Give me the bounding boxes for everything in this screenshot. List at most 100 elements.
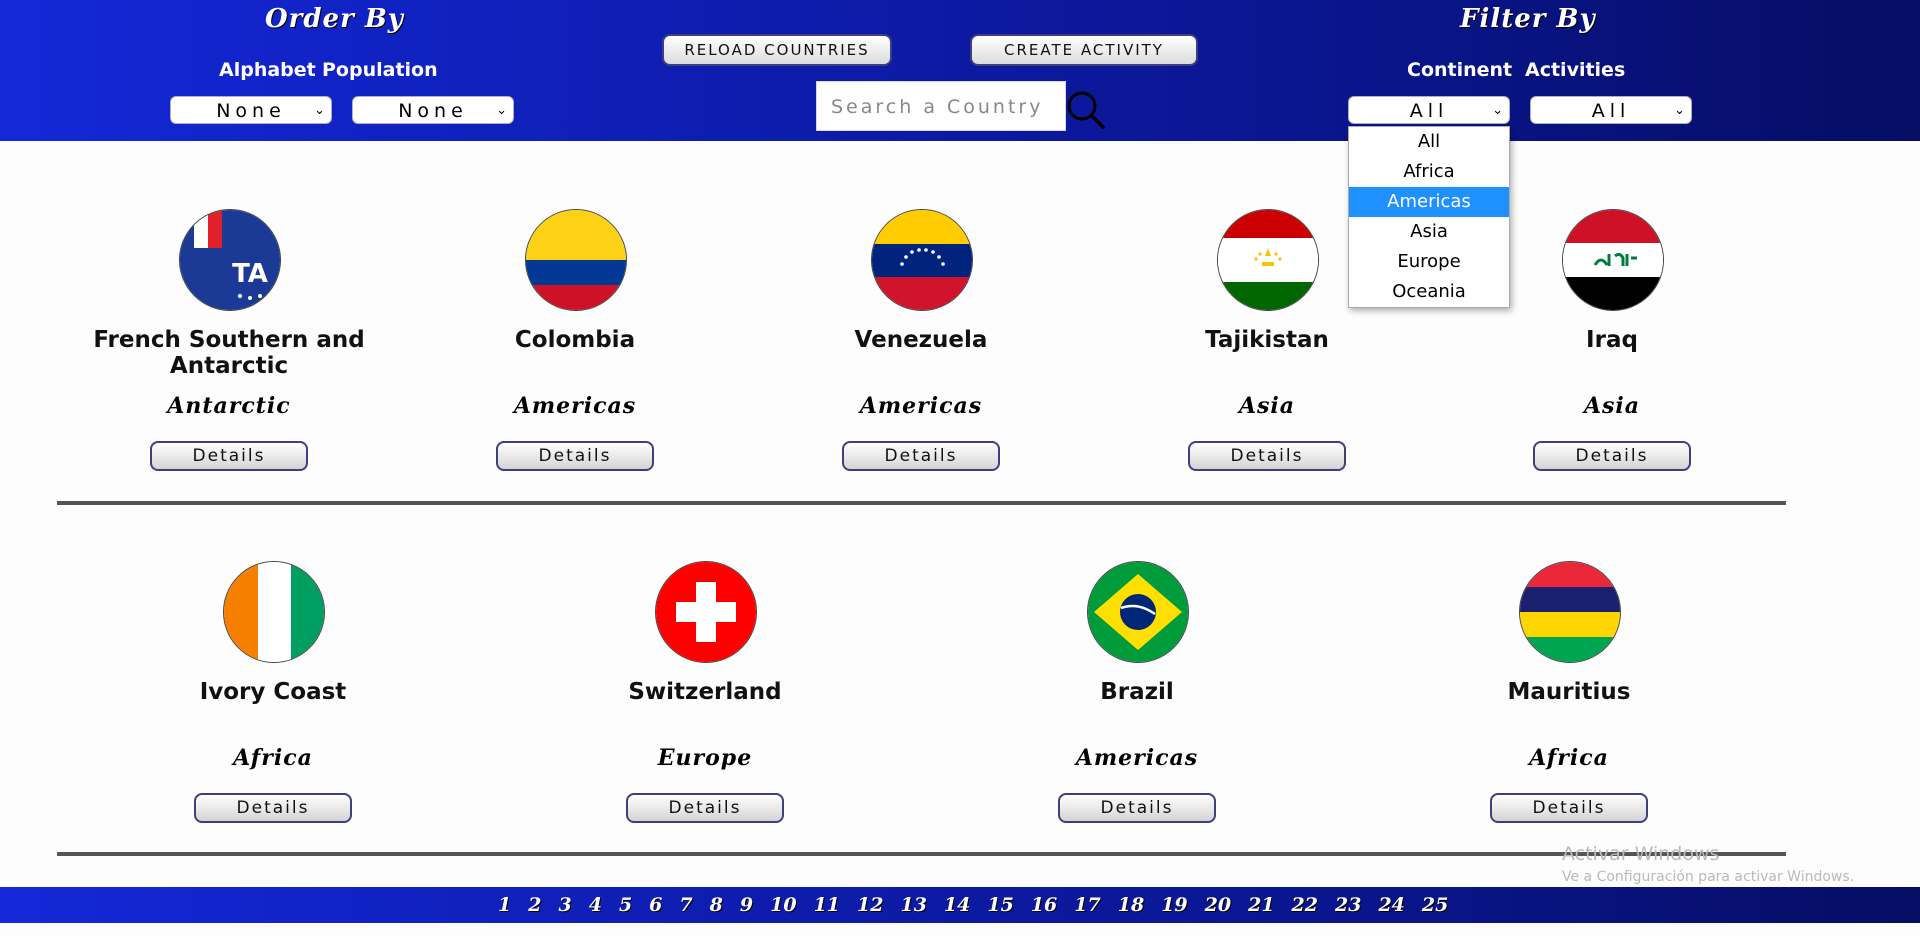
country-card: Venezuela Americas Details	[751, 209, 1091, 474]
country-continent: Americas	[1075, 745, 1199, 771]
page-link-13[interactable]: 13	[896, 894, 930, 916]
tajikistan-flag-icon	[1217, 209, 1319, 311]
app-root: Order By Alphabet Population None ⌄ None…	[0, 0, 1920, 936]
details-button[interactable]: Details	[496, 441, 654, 471]
page-link-14[interactable]: 14	[940, 894, 974, 916]
country-continent: Africa	[1529, 745, 1609, 771]
country-name: Mauritius	[1507, 679, 1631, 705]
page-link-19[interactable]: 19	[1157, 894, 1191, 916]
country-name: Tajikistan	[1205, 327, 1329, 353]
country-continent: Europe	[657, 745, 753, 771]
filter-activities-label: Activities	[1525, 59, 1626, 81]
continent-option-europe[interactable]: Europe	[1349, 247, 1509, 277]
chevron-down-icon: ⌄	[496, 103, 507, 118]
page-link-16[interactable]: 16	[1027, 894, 1061, 916]
details-button[interactable]: Details	[626, 793, 784, 823]
page-link-23[interactable]: 23	[1331, 894, 1365, 916]
page-link-3[interactable]: 3	[554, 894, 575, 916]
top-header: Order By Alphabet Population None ⌄ None…	[0, 0, 1920, 141]
mauritius-flag-icon	[1519, 561, 1621, 663]
country-continent: Americas	[513, 393, 637, 419]
country-card: Ivory Coast Africa Details	[103, 561, 443, 826]
order-population-select-value: None	[398, 100, 468, 122]
country-name: Switzerland	[628, 679, 782, 705]
page-link-21[interactable]: 21	[1244, 894, 1278, 916]
page-link-4[interactable]: 4	[585, 894, 606, 916]
continent-option-africa[interactable]: Africa	[1349, 157, 1509, 187]
switzerland-flag-icon	[655, 561, 757, 663]
page-link-11[interactable]: 11	[810, 894, 844, 916]
country-continent: Asia	[1583, 393, 1641, 419]
page-link-22[interactable]: 22	[1288, 894, 1322, 916]
continent-option-asia[interactable]: Asia	[1349, 217, 1509, 247]
page-link-18[interactable]: 18	[1114, 894, 1148, 916]
row-divider	[57, 852, 1786, 856]
country-name: Venezuela	[854, 327, 988, 353]
order-alphabet-select[interactable]: None ⌄	[170, 96, 332, 124]
details-button[interactable]: Details	[842, 441, 1000, 471]
pagination: 1 2 3 4 5 6 7 8 9 10 11 12 13 14 15 16 17 18 19 20 21 22 23 24 2…	[494, 887, 1452, 923]
details-button[interactable]: Details	[194, 793, 352, 823]
filter-continent-select[interactable]: All ⌄	[1348, 96, 1510, 124]
country-continent: Africa	[233, 745, 313, 771]
details-button[interactable]: Details	[1490, 793, 1648, 823]
watermark-subtitle: Ve a Configuración para activar Windows.	[1562, 869, 1855, 885]
windows-activation-watermark: Activar Windows Ve a Configuración para …	[1562, 843, 1854, 885]
order-by-title: Order By	[265, 4, 404, 34]
ivory-coast-flag-icon	[223, 561, 325, 663]
filter-continent-label: Continent	[1407, 59, 1513, 81]
page-link-5[interactable]: 5	[615, 894, 636, 916]
search-input[interactable]: Search a Country	[816, 81, 1066, 131]
row-divider	[57, 501, 1786, 505]
continent-dropdown-list: All Africa Americas Asia Europe Oceania	[1348, 126, 1510, 308]
page-link-20[interactable]: 20	[1201, 894, 1235, 916]
reload-countries-button[interactable]: RELOAD COUNTRIES	[662, 34, 892, 66]
country-continent: Antarctic	[167, 393, 291, 419]
page-link-12[interactable]: 12	[853, 894, 887, 916]
country-card: TA French Southern and Antarctic Antarct…	[59, 209, 399, 474]
page-link-15[interactable]: 15	[983, 894, 1017, 916]
details-button[interactable]: Details	[1188, 441, 1346, 471]
country-card: Brazil Americas Details	[967, 561, 1307, 826]
page-link-7[interactable]: 7	[675, 894, 696, 916]
page-link-2[interactable]: 2	[524, 894, 545, 916]
page-link-24[interactable]: 24	[1374, 894, 1408, 916]
colombia-flag-icon	[525, 209, 627, 311]
country-name: Ivory Coast	[199, 679, 347, 705]
order-alphabet-select-value: None	[216, 100, 286, 122]
country-card: Colombia Americas Details	[405, 209, 745, 474]
country-name: Brazil	[1100, 679, 1174, 705]
continent-option-oceania[interactable]: Oceania	[1349, 277, 1509, 307]
page-link-9[interactable]: 9	[736, 894, 757, 916]
page-link-25[interactable]: 25	[1418, 894, 1452, 916]
page-link-10[interactable]: 10	[766, 894, 800, 916]
venezuela-flag-icon	[871, 209, 973, 311]
filter-by-title: Filter By	[1460, 4, 1596, 34]
country-name: Colombia	[514, 327, 636, 353]
search-icon[interactable]	[1066, 90, 1106, 130]
country-name: French Southern and Antarctic	[93, 327, 365, 379]
chevron-down-icon: ⌄	[314, 103, 325, 118]
page-link-8[interactable]: 8	[706, 894, 727, 916]
chevron-down-icon: ⌄	[1492, 103, 1503, 118]
filter-activities-select[interactable]: All ⌄	[1530, 96, 1692, 124]
details-button[interactable]: Details	[1058, 793, 1216, 823]
country-card: Mauritius Africa Details	[1399, 561, 1739, 826]
country-card: Switzerland Europe Details	[535, 561, 875, 826]
watermark-title: Activar Windows	[1562, 843, 1720, 865]
country-continent: Asia	[1238, 393, 1296, 419]
order-alphabet-label: Alphabet	[219, 59, 316, 81]
iraq-flag-icon	[1562, 209, 1664, 311]
details-button[interactable]: Details	[150, 441, 308, 471]
page-link-17[interactable]: 17	[1070, 894, 1104, 916]
country-continent: Americas	[859, 393, 983, 419]
page-link-1[interactable]: 1	[494, 894, 515, 916]
order-population-select[interactable]: None ⌄	[352, 96, 514, 124]
details-button[interactable]: Details	[1533, 441, 1691, 471]
continent-option-all[interactable]: All	[1349, 127, 1509, 157]
filter-activities-select-value: All	[1591, 100, 1631, 122]
pagination-bar: 1 2 3 4 5 6 7 8 9 10 11 12 13 14 15 16 17 18 19 20 21 22 23 24 2…	[0, 887, 1920, 923]
continent-option-americas[interactable]: Americas	[1349, 187, 1509, 217]
page-link-6[interactable]: 6	[645, 894, 666, 916]
create-activity-button[interactable]: CREATE ACTIVITY	[970, 34, 1198, 66]
